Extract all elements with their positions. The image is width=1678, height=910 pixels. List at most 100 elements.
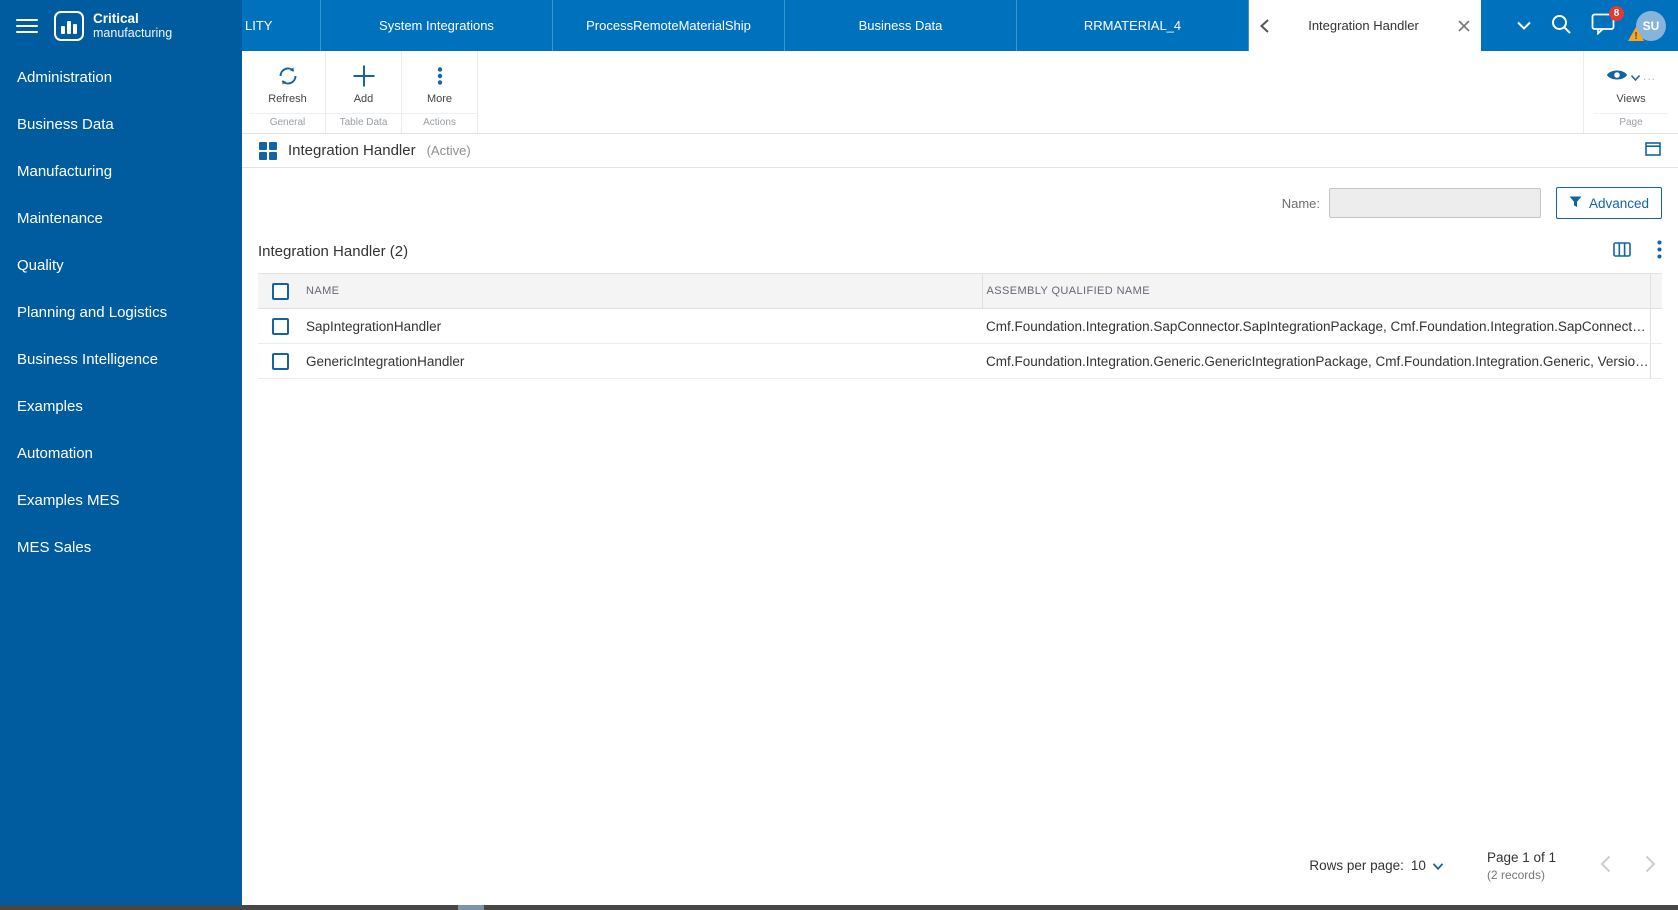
tab-rrmaterial-4[interactable]: RRMATERIAL_4 xyxy=(1017,0,1249,51)
table-row-generic-integration-handler[interactable]: GenericIntegrationHandler Cmf.Foundation… xyxy=(258,344,1662,379)
next-page-button[interactable] xyxy=(1645,855,1656,876)
user-menu: SU ! xyxy=(1636,11,1666,41)
sidebar-item-mes-sales[interactable]: MES Sales xyxy=(0,524,242,571)
sidebar-item-quality[interactable]: Quality xyxy=(0,242,242,289)
refresh-label: Refresh xyxy=(268,93,307,105)
name-filter-label: Name: xyxy=(1282,196,1320,211)
close-icon[interactable] xyxy=(1458,20,1470,32)
tab-system-integrations[interactable]: System Integrations xyxy=(321,0,553,51)
refresh-button[interactable]: Refresh xyxy=(261,63,315,105)
integration-handler-table: NAME ASSEMBLY QUALIFIED NAME SapIntegrat… xyxy=(258,273,1662,379)
row-checkbox[interactable] xyxy=(272,318,289,335)
window-icon xyxy=(1645,142,1661,159)
sidebar-item-administration[interactable]: Administration xyxy=(0,54,242,101)
table-menu-button[interactable] xyxy=(1657,240,1662,262)
pagination-bar: Rows per page: 10 Page 1 of 1 (2 records… xyxy=(242,849,1678,905)
column-header-name[interactable]: NAME xyxy=(302,274,982,309)
record-count-label: (2 records) xyxy=(1487,867,1556,883)
views-button[interactable]: ... Views xyxy=(1604,63,1658,105)
refresh-icon xyxy=(276,63,300,89)
advanced-filter-button[interactable]: Advanced xyxy=(1556,187,1662,219)
rows-per-page-value: 10 xyxy=(1411,858,1426,873)
more-button[interactable]: More xyxy=(413,63,467,105)
scrollbar-thumb[interactable] xyxy=(458,905,484,910)
cell-name: SapIntegrationHandler xyxy=(302,309,982,344)
main-area: LITY System Integrations ProcessRemoteMa… xyxy=(242,0,1678,905)
sidebar-item-automation[interactable]: Automation xyxy=(0,430,242,477)
column-header-assembly[interactable]: ASSEMBLY QUALIFIED NAME xyxy=(982,274,1650,309)
chevron-down-icon xyxy=(1433,858,1443,873)
rows-per-page-dropdown[interactable]: Rows per page: 10 xyxy=(1309,858,1443,873)
chevron-down-icon xyxy=(1631,69,1640,84)
sidebar-item-examples[interactable]: Examples xyxy=(0,383,242,430)
svg-text:!: ! xyxy=(1634,31,1637,41)
tab-business-data[interactable]: Business Data xyxy=(785,0,1017,51)
tab-label: Integration Handler xyxy=(1269,18,1458,33)
vertical-ellipsis-icon xyxy=(428,63,452,89)
table-header-row: NAME ASSEMBLY QUALIFIED NAME xyxy=(258,274,1662,309)
previous-page-button[interactable] xyxy=(1600,855,1611,876)
sidebar-item-business-data[interactable]: Business Data xyxy=(0,101,242,148)
sidebar-nav: Administration Business Data Manufacturi… xyxy=(0,52,242,571)
filter-row: Name: Advanced xyxy=(242,168,1678,234)
columns-icon xyxy=(1613,242,1631,260)
search-icon xyxy=(1550,13,1572,38)
hamburger-menu-icon[interactable] xyxy=(16,19,38,33)
logo-subtitle: manufacturing xyxy=(93,27,172,41)
notification-badge: 8 xyxy=(1609,6,1624,21)
sidebar: Critical manufacturing Administration Bu… xyxy=(0,0,242,905)
table-row-sap-integration-handler[interactable]: SapIntegrationHandler Cmf.Foundation.Int… xyxy=(258,309,1662,344)
views-label: Views xyxy=(1616,93,1645,105)
select-all-checkbox[interactable] xyxy=(272,283,289,300)
ellipsis-icon: ... xyxy=(1643,69,1656,83)
add-button[interactable]: Add xyxy=(337,63,391,105)
chevron-left-icon xyxy=(1600,855,1611,876)
messages-button[interactable]: 8 xyxy=(1591,13,1615,38)
sidebar-item-manufacturing[interactable]: Manufacturing xyxy=(0,148,242,195)
tab-process-remote-material-ship[interactable]: ProcessRemoteMaterialShip xyxy=(553,0,785,51)
cell-assembly: Cmf.Foundation.Integration.SapConnector.… xyxy=(982,309,1650,344)
chevron-right-icon xyxy=(1645,855,1656,876)
group-label-general: General xyxy=(250,113,325,133)
entity-grid-icon xyxy=(259,142,277,160)
page-title-row: Integration Handler (Active) xyxy=(242,134,1678,168)
logo-title: Critical xyxy=(93,12,172,27)
group-label-actions: Actions xyxy=(402,113,477,133)
sidebar-item-planning-and-logistics[interactable]: Planning and Logistics xyxy=(0,289,242,336)
ribbon-toolbar: Refresh General Add Table Data xyxy=(242,51,1678,134)
tab-list-dropdown-button[interactable] xyxy=(1517,18,1531,33)
funnel-icon xyxy=(1569,196,1582,211)
tab-quality-partial[interactable]: LITY xyxy=(242,0,321,51)
app-logo: Critical manufacturing xyxy=(54,11,172,41)
sidebar-item-maintenance[interactable]: Maintenance xyxy=(0,195,242,242)
logo-icon xyxy=(54,11,84,41)
maximize-button[interactable] xyxy=(1645,142,1661,159)
page-count-label: Page 1 of 1 xyxy=(1487,849,1556,867)
sidebar-item-business-intelligence[interactable]: Business Intelligence xyxy=(0,336,242,383)
row-checkbox[interactable] xyxy=(272,353,289,370)
horizontal-scrollbar[interactable] xyxy=(0,905,1678,910)
search-button[interactable] xyxy=(1550,13,1572,38)
toolbar-group-actions: More Actions xyxy=(402,51,478,133)
chevron-left-icon[interactable] xyxy=(1260,19,1269,33)
cell-assembly: Cmf.Foundation.Integration.Generic.Gener… xyxy=(982,344,1650,379)
table-section: Integration Handler (2) xyxy=(242,234,1678,379)
status-badge: (Active) xyxy=(427,143,471,158)
column-chooser-button[interactable] xyxy=(1613,242,1631,260)
warning-icon: ! xyxy=(1628,27,1644,44)
name-filter-input[interactable] xyxy=(1329,188,1541,218)
sidebar-item-examples-mes[interactable]: Examples MES xyxy=(0,477,242,524)
eye-icon xyxy=(1606,67,1628,86)
page-title: Integration Handler xyxy=(288,142,416,159)
sidebar-header: Critical manufacturing xyxy=(0,0,242,52)
tabbar-controls: 8 SU ! xyxy=(1481,0,1678,51)
scrollbar-gutter xyxy=(1650,274,1662,309)
toolbar-group-general: Refresh General xyxy=(250,51,326,133)
rows-per-page-label: Rows per page: xyxy=(1309,858,1404,873)
advanced-label: Advanced xyxy=(1589,196,1649,211)
chevron-down-icon xyxy=(1517,18,1531,33)
cell-name: GenericIntegrationHandler xyxy=(302,344,982,379)
plus-icon xyxy=(351,63,377,89)
toolbar-group-page: ... Views Page xyxy=(1583,51,1678,133)
tab-integration-handler[interactable]: Integration Handler xyxy=(1249,0,1481,51)
